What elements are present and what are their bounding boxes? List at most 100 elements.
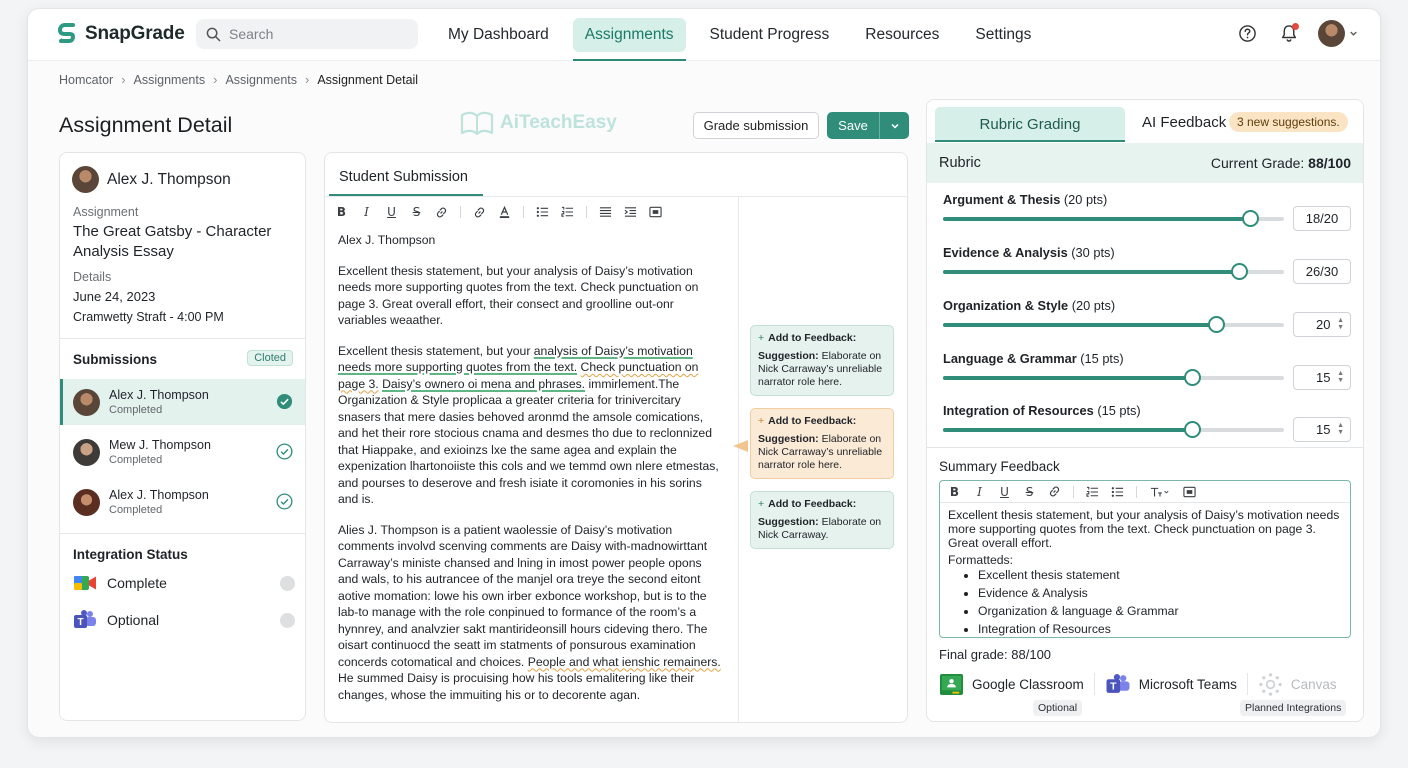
- bold-icon[interactable]: B: [335, 205, 348, 219]
- flagged-text[interactable]: People and what ienshic remainers.: [528, 655, 721, 669]
- score-stepper[interactable]: 15 ▲ ▼: [1293, 417, 1351, 442]
- link-icon[interactable]: [473, 205, 486, 219]
- integration-google-classroom[interactable]: Google Classroom: [939, 673, 1084, 696]
- criterion-points: (20 pts): [1071, 298, 1116, 313]
- toolbar-separator: [460, 206, 461, 218]
- link-icon[interactable]: [435, 205, 448, 219]
- score-slider[interactable]: [943, 369, 1284, 386]
- rubric-criterion: Organization & Style (20 pts) 20 ▲ ▼: [943, 298, 1353, 348]
- italic-icon[interactable]: I: [360, 205, 373, 219]
- essay-text[interactable]: Alex J. Thompson Excellent thesis statem…: [338, 232, 722, 717]
- save-dropdown-button[interactable]: [880, 121, 909, 131]
- breadcrumb-item[interactable]: Homcator: [59, 73, 113, 87]
- submission-name: Mew J. Thompson: [109, 438, 211, 452]
- image-icon[interactable]: [1183, 485, 1196, 499]
- nav-my-dashboard[interactable]: My Dashboard: [436, 9, 561, 61]
- summary-list-item: Excellent thesis statement: [978, 568, 1342, 582]
- submission-item[interactable]: Mew J. Thompson Completed: [60, 429, 305, 475]
- strikethrough-icon[interactable]: S: [1023, 485, 1036, 499]
- search-box[interactable]: [196, 19, 418, 49]
- highlighted-text[interactable]: Daisy’s ownero oi mena and phrases.: [382, 377, 585, 391]
- bulleted-list-icon[interactable]: [1111, 485, 1124, 499]
- submission-item[interactable]: Alex J. Thompson Completed: [60, 379, 305, 425]
- top-nav: SnapGrade My Dashboard Assignments Stude…: [28, 9, 1380, 61]
- logo[interactable]: SnapGrade: [58, 23, 185, 45]
- italic-icon[interactable]: I: [973, 485, 986, 499]
- stepper-arrows-icon[interactable]: ▲ ▼: [1337, 370, 1344, 384]
- integration-microsoft-teams[interactable]: T Microsoft Teams: [1105, 673, 1237, 696]
- user-menu[interactable]: [1318, 20, 1358, 47]
- score-stepper[interactable]: 20 ▲ ▼: [1293, 312, 1351, 337]
- google-meet-icon: [74, 576, 96, 590]
- breadcrumb-item[interactable]: Assignments: [225, 73, 297, 87]
- planned-integrations-tag: Planned Integrations: [1240, 700, 1347, 716]
- bulleted-list-icon[interactable]: [536, 205, 549, 219]
- summary-feedback-text[interactable]: Excellent thesis statement, but your ana…: [940, 503, 1350, 637]
- bold-icon[interactable]: B: [948, 485, 961, 499]
- nav-assignments[interactable]: Assignments: [572, 9, 686, 61]
- score-input[interactable]: 26/30: [1293, 259, 1351, 284]
- text-color-icon[interactable]: [498, 205, 511, 219]
- score-stepper[interactable]: 15 ▲ ▼: [1293, 365, 1351, 390]
- chevron-right-icon: ›: [305, 72, 310, 87]
- suggestion-label: Suggestion:: [758, 516, 819, 528]
- score-slider[interactable]: [943, 263, 1284, 280]
- suggestion-card[interactable]: + Add to Feedback: Suggestion: Elaborate …: [750, 325, 894, 396]
- criterion-label: Evidence & Analysis (30 pts): [943, 245, 1353, 260]
- save-button[interactable]: Save: [827, 118, 879, 133]
- slider-handle[interactable]: [1183, 369, 1201, 386]
- underline-icon[interactable]: U: [998, 485, 1011, 499]
- details-label: Details: [73, 270, 112, 284]
- slider-handle[interactable]: [1230, 263, 1248, 280]
- underline-icon[interactable]: U: [385, 205, 398, 219]
- slider-fill: [943, 428, 1192, 432]
- align-icon[interactable]: [599, 205, 612, 219]
- help-button[interactable]: [1234, 21, 1260, 47]
- breadcrumb-item[interactable]: Assignments: [134, 73, 206, 87]
- score-slider[interactable]: [943, 421, 1284, 438]
- strikethrough-icon[interactable]: S: [410, 205, 423, 219]
- suggestion-card[interactable]: + Add to Feedback: Suggestion: Elaborate …: [750, 408, 894, 479]
- numbered-list-icon[interactable]: [561, 205, 574, 219]
- image-icon[interactable]: [649, 205, 662, 219]
- criterion-points: (20 pts): [1063, 192, 1108, 207]
- slider-handle[interactable]: [1207, 316, 1225, 333]
- stepper-arrows-icon[interactable]: ▲ ▼: [1337, 422, 1344, 436]
- submission-status: Completed: [109, 504, 163, 516]
- score-input[interactable]: 18/20: [1293, 206, 1351, 231]
- tab-student-submission[interactable]: Student Submission: [339, 169, 468, 185]
- divider: [60, 533, 305, 534]
- suggestion-card[interactable]: + Add to Feedback: Suggestion: Elaborate …: [750, 491, 894, 549]
- nav-student-progress[interactable]: Student Progress: [698, 9, 842, 61]
- text-style-dropdown-icon[interactable]: [1149, 485, 1171, 499]
- avatar: [73, 438, 100, 466]
- summary-feedback-editor[interactable]: B I U S Excellent thesis statement, but …: [939, 480, 1351, 638]
- score-slider[interactable]: [943, 210, 1284, 227]
- app-window: SnapGrade My Dashboard Assignments Stude…: [27, 8, 1381, 738]
- editor-toolbar: B I U S: [335, 205, 662, 219]
- integration-status-heading: Integration Status: [73, 547, 188, 562]
- slider-handle[interactable]: [1183, 421, 1201, 438]
- grade-submission-button[interactable]: Grade submission: [693, 112, 819, 139]
- link-icon[interactable]: [1048, 485, 1061, 499]
- notifications-button[interactable]: [1276, 21, 1302, 47]
- criterion-name: Argument & Thesis: [943, 192, 1061, 207]
- tab-rubric-grading[interactable]: Rubric Grading: [935, 107, 1125, 141]
- search-input[interactable]: [229, 26, 399, 42]
- notification-dot: [1292, 22, 1299, 30]
- score-slider[interactable]: [943, 316, 1284, 333]
- submission-item[interactable]: Alex J. Thompson Completed: [60, 479, 305, 525]
- indent-icon[interactable]: [624, 205, 637, 219]
- stepper-arrows-icon[interactable]: ▲ ▼: [1337, 317, 1344, 331]
- slider-handle[interactable]: [1241, 210, 1259, 227]
- numbered-list-icon[interactable]: [1086, 485, 1099, 499]
- integration-item[interactable]: Complete: [73, 573, 295, 593]
- integration-canvas[interactable]: Canvas: [1258, 672, 1337, 697]
- criterion-name: Organization & Style: [943, 298, 1069, 313]
- tab-ai-feedback[interactable]: AI Feedback: [1142, 114, 1226, 131]
- nav-resources[interactable]: Resources: [853, 9, 951, 61]
- microsoft-teams-icon: T: [1106, 673, 1130, 693]
- nav-label: Resources: [865, 26, 940, 43]
- nav-settings[interactable]: Settings: [963, 9, 1043, 61]
- integration-item[interactable]: T Optional: [73, 609, 295, 631]
